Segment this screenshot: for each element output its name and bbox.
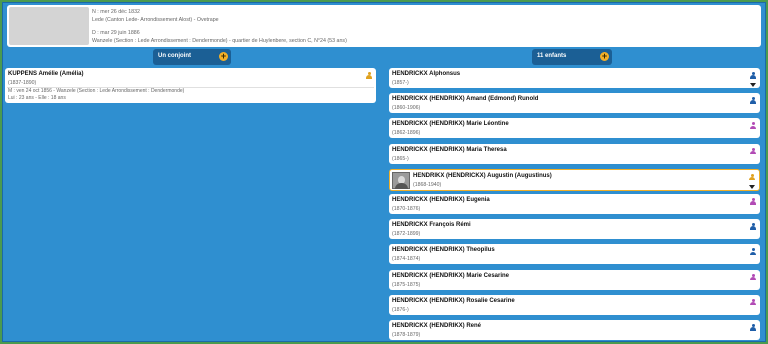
death-date: D : mar 29 juin 1886 (92, 30, 140, 36)
current-person-icon (749, 173, 755, 181)
spouse-card[interactable]: KUPPENS Amélie (Amélia) (1837-1890) M : … (5, 68, 376, 103)
family-view: N : mer 26 déc 1832 Lede (Canton Lede- A… (2, 2, 766, 342)
child-dates: (1862-1896) (392, 130, 421, 137)
person-photo[interactable] (9, 7, 89, 45)
person-summary-card: N : mer 26 déc 1832 Lede (Canton Lede- A… (7, 5, 761, 47)
children-tab[interactable]: 11 enfants + (532, 49, 612, 65)
child-name[interactable]: HENDRICKX Alphonsus (392, 71, 460, 77)
female-person-icon (750, 198, 756, 205)
male-person-icon (750, 248, 756, 256)
male-person-icon (750, 72, 756, 79)
child-dates: (1865-) (392, 155, 409, 162)
child-dates: (1876-) (392, 306, 409, 313)
female-person-icon (750, 122, 756, 130)
child-name[interactable]: HENDRICKX (HENDRIKX) Maria Theresa (392, 147, 507, 153)
child-card[interactable]: HENDRICKX (HENDRIKX) Rosalie Cesarine (18… (389, 294, 760, 315)
death-place: Wanzele (Section : Lede Arrondissement :… (92, 38, 347, 44)
child-dates: (1868-1940) (413, 181, 442, 188)
child-name[interactable]: HENDRICKX (HENDRIKX) Amand (Edmond) Runo… (392, 96, 538, 102)
child-name[interactable]: HENDRICKX (HENDRIKX) Eugenia (392, 197, 490, 203)
child-name[interactable]: HENDRIKX (HENDRICKX) Augustin (Augustinu… (413, 173, 552, 179)
child-card[interactable]: HENDRICKX (HENDRIKX) Amand (Edmond) Runo… (389, 93, 760, 114)
child-dates: (1857-) (392, 80, 409, 86)
child-card[interactable]: HENDRICKX (HENDRIKX) Theopilus (1874-1874… (389, 244, 760, 265)
child-dates: (1870-1876) (392, 206, 421, 212)
male-person-icon (750, 324, 756, 331)
person-icon (366, 72, 372, 79)
child-card[interactable]: HENDRICKX (HENDRIKX) Eugenia (1870-1876) (389, 194, 760, 214)
spouse-dates: (1837-1890) (8, 80, 37, 86)
child-card[interactable]: HENDRICKX (HENDRIKX) Marie Léontine (1862… (389, 118, 760, 139)
child-name[interactable]: HENDRICKX (HENDRIKX) René (392, 323, 481, 329)
child-card[interactable]: HENDRICKX (HENDRIKX) Maria Theresa (1865-… (389, 143, 760, 164)
female-person-icon (750, 298, 756, 306)
spouse-name[interactable]: KUPPENS Amélie (Amélia) (8, 71, 83, 77)
male-person-icon (750, 97, 756, 104)
child-dates: (1874-1874) (392, 256, 421, 263)
male-person-icon (750, 223, 756, 230)
children-tab-label: 11 enfants (537, 53, 567, 59)
spouses-tab[interactable]: Un conjoint + (153, 49, 231, 65)
marriage-info: M : ven 24 oct 1856 - Wanzele (Section :… (8, 88, 185, 94)
expand-caret-icon[interactable] (749, 184, 755, 189)
child-name[interactable]: HENDRICKX (HENDRIKX) Marie Cesarine (392, 273, 509, 279)
child-name[interactable]: HENDRICKX (HENDRIKX) Marie Léontine (392, 121, 509, 127)
add-spouse-icon[interactable]: + (219, 52, 228, 61)
child-dates: (1860-1906) (392, 105, 421, 112)
child-card[interactable]: HENDRICKX Alphonsus (1857-) (389, 68, 760, 88)
child-card[interactable]: HENDRICKX (HENDRIKX) René (1878-1879) (389, 320, 760, 340)
child-name[interactable]: HENDRICKX (HENDRIKX) Theopilus (392, 247, 495, 253)
child-dates: (1875-1875) (392, 281, 421, 288)
birth-place: Lede (Canton Lede- Arrondissement Alost)… (92, 17, 219, 23)
child-dates: (1872-1899) (392, 231, 421, 238)
child-name[interactable]: HENDRICKX François Rémi (392, 222, 471, 228)
female-person-icon (750, 147, 756, 155)
birth-date: N : mer 26 déc 1832 (92, 9, 140, 15)
add-child-icon[interactable]: + (600, 52, 609, 61)
spouses-tab-label: Un conjoint (158, 53, 191, 59)
child-card[interactable]: HENDRIKX (HENDRICKX) Augustin (Augustinu… (389, 168, 760, 191)
female-person-icon (750, 273, 756, 281)
child-card[interactable]: HENDRICKX François Rémi (1872-1899) (389, 219, 760, 240)
child-card[interactable]: HENDRICKX (HENDRIKX) Marie Cesarine (1875… (389, 269, 760, 290)
child-dates: (1878-1879) (392, 332, 421, 338)
child-photo[interactable] (392, 171, 410, 189)
child-name[interactable]: HENDRICKX (HENDRIKX) Rosalie Cesarine (392, 298, 515, 304)
marriage-ages: Lui : 23 ans - Elle : 18 ans (8, 95, 66, 101)
expand-caret-icon[interactable] (750, 83, 756, 87)
